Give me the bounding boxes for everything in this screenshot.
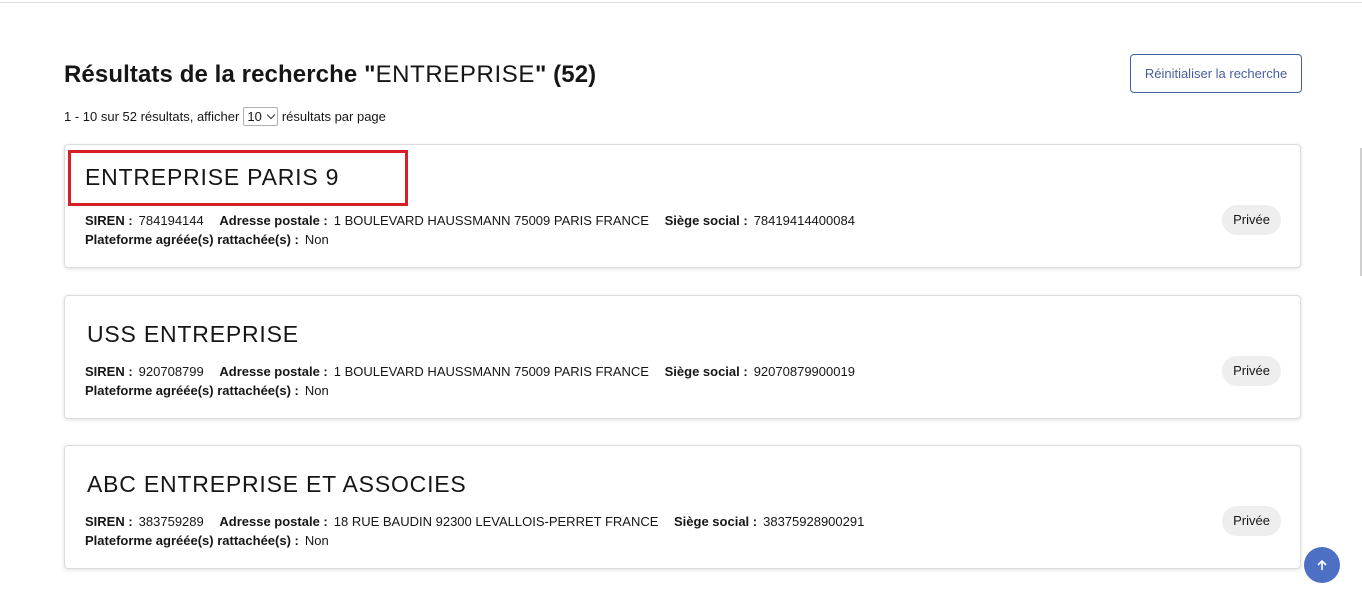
- per-page-text: résultats par page: [281, 108, 386, 124]
- address-label: Adresse postale :: [219, 514, 328, 529]
- page-size-select[interactable]: 10: [243, 107, 278, 126]
- result-card[interactable]: USS ENTREPRISE SIREN : 920708799 Adresse …: [64, 295, 1301, 419]
- top-divider: [0, 2, 1362, 3]
- reset-search-button[interactable]: Réinitialiser la recherche: [1130, 54, 1302, 93]
- page-title: Résultats de la recherche "ENTREPRISE" (…: [64, 58, 596, 92]
- siren-value: 784194144: [138, 213, 204, 228]
- details-row: SIREN : 784194144 Adresse postale : 1 BOUL…: [85, 211, 867, 230]
- company-details: SIREN : 383759289 Adresse postale : 18 RUE…: [85, 512, 876, 550]
- address-value: 1 BOULEVARD HAUSSMANN 75009 PARIS FRANCE: [333, 364, 649, 379]
- hq-label: Siège social :: [674, 514, 758, 529]
- platform-row: Plateforme agréée(s) rattachée(s) : Non: [85, 230, 867, 249]
- hq-value: 92070879900019: [753, 364, 855, 379]
- company-details: SIREN : 784194144 Adresse postale : 1 BOUL…: [85, 211, 867, 249]
- search-query: ENTREPRISE: [375, 61, 535, 88]
- status-badge: Privée: [1222, 205, 1281, 235]
- platform-label: Plateforme agréée(s) rattachée(s) :: [85, 533, 299, 548]
- address-label: Adresse postale :: [219, 213, 328, 228]
- hq-label: Siège social :: [664, 364, 748, 379]
- result-card[interactable]: ENTREPRISE PARIS 9 SIREN : 784194144 Adre…: [64, 144, 1301, 268]
- hq-label: Siège social :: [664, 213, 748, 228]
- chevron-down-icon: [266, 110, 276, 119]
- siren-label: SIREN :: [85, 364, 133, 379]
- platform-value: Non: [304, 232, 329, 247]
- platform-value: Non: [304, 383, 329, 398]
- title-prefix: Résultats de la recherche ": [64, 61, 376, 88]
- company-details: SIREN : 920708799 Adresse postale : 1 BOUL…: [85, 362, 867, 400]
- hq-value: 78419414400084: [753, 213, 855, 228]
- company-name[interactable]: ABC ENTREPRISE ET ASSOCIES: [87, 468, 467, 500]
- arrow-up-icon: [1317, 560, 1327, 571]
- status-badge: Privée: [1222, 356, 1281, 386]
- scroll-to-top-button[interactable]: [1304, 547, 1340, 583]
- title-suffix: " (52): [534, 61, 597, 88]
- results-range-text: 1 - 10 sur 52 résultats, afficher: [64, 108, 240, 124]
- platform-label: Plateforme agréée(s) rattachée(s) :: [85, 232, 299, 247]
- company-name[interactable]: ENTREPRISE PARIS 9: [67, 150, 409, 206]
- platform-label: Plateforme agréée(s) rattachée(s) :: [85, 383, 299, 398]
- search-results-page: Résultats de la recherche "ENTREPRISE" (…: [0, 0, 1362, 592]
- address-value: 1 BOULEVARD HAUSSMANN 75009 PARIS FRANCE: [333, 213, 649, 228]
- page-size-value: 10: [247, 108, 262, 124]
- details-row: SIREN : 383759289 Adresse postale : 18 RUE…: [85, 512, 876, 531]
- platform-row: Plateforme agréée(s) rattachée(s) : Non: [85, 381, 867, 400]
- siren-value: 920708799: [138, 364, 204, 379]
- siren-label: SIREN :: [85, 514, 133, 529]
- platform-value: Non: [304, 533, 329, 548]
- address-value: 18 RUE BAUDIN 92300 LEVALLOIS-PERRET FRA…: [333, 514, 659, 529]
- platform-row: Plateforme agréée(s) rattachée(s) : Non: [85, 531, 876, 550]
- siren-value: 383759289: [138, 514, 204, 529]
- result-card[interactable]: ABC ENTREPRISE ET ASSOCIES SIREN : 383759…: [64, 445, 1301, 569]
- pagination-summary: 1 - 10 sur 52 résultats, afficher 10 rés…: [64, 107, 386, 126]
- address-label: Adresse postale :: [219, 364, 328, 379]
- siren-label: SIREN :: [85, 213, 133, 228]
- status-badge: Privée: [1222, 506, 1281, 536]
- hq-value: 38375928900291: [763, 514, 865, 529]
- details-row: SIREN : 920708799 Adresse postale : 1 BOUL…: [85, 362, 867, 381]
- company-name[interactable]: USS ENTREPRISE: [87, 318, 299, 350]
